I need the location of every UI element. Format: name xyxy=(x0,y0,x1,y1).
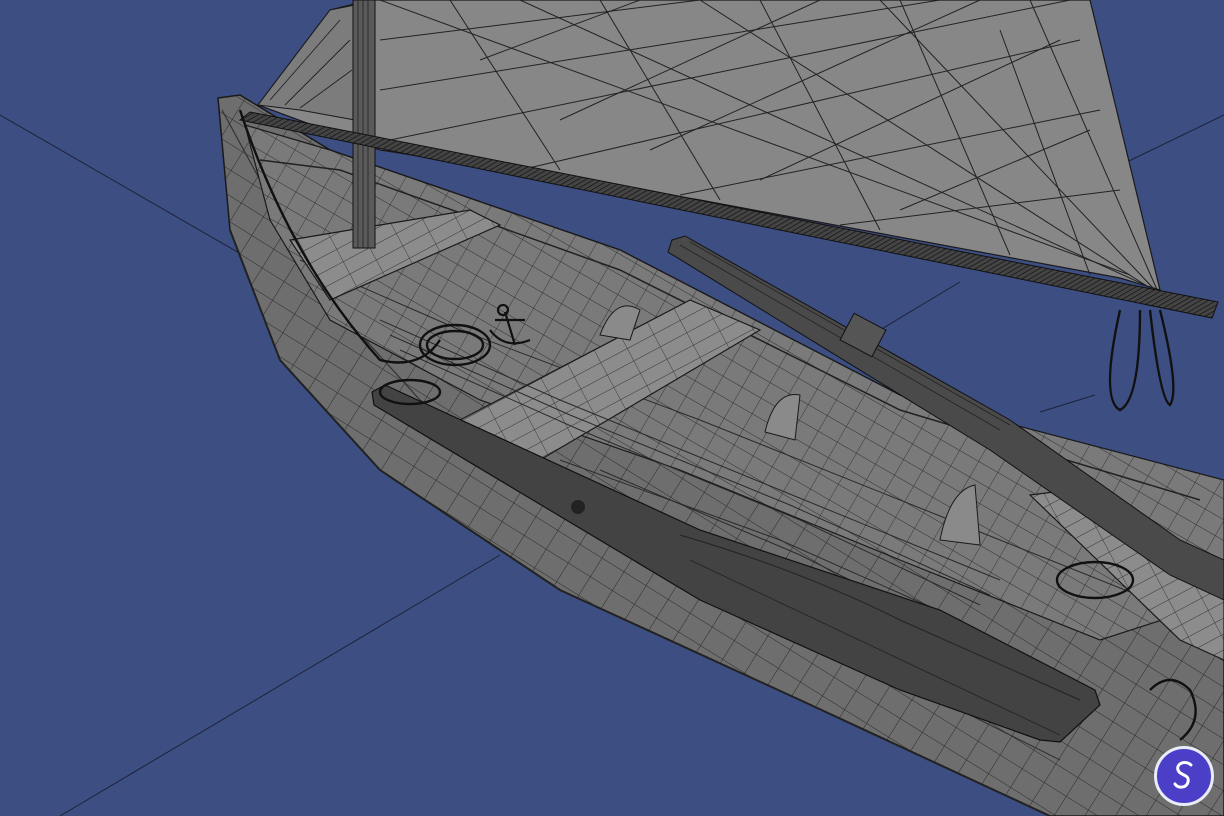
3d-viewport[interactable] xyxy=(0,0,1224,816)
app-logo-icon xyxy=(1173,761,1193,789)
app-logo-badge[interactable] xyxy=(1154,746,1214,806)
wireframe-scene[interactable] xyxy=(0,0,1224,816)
mast[interactable] xyxy=(352,0,376,249)
